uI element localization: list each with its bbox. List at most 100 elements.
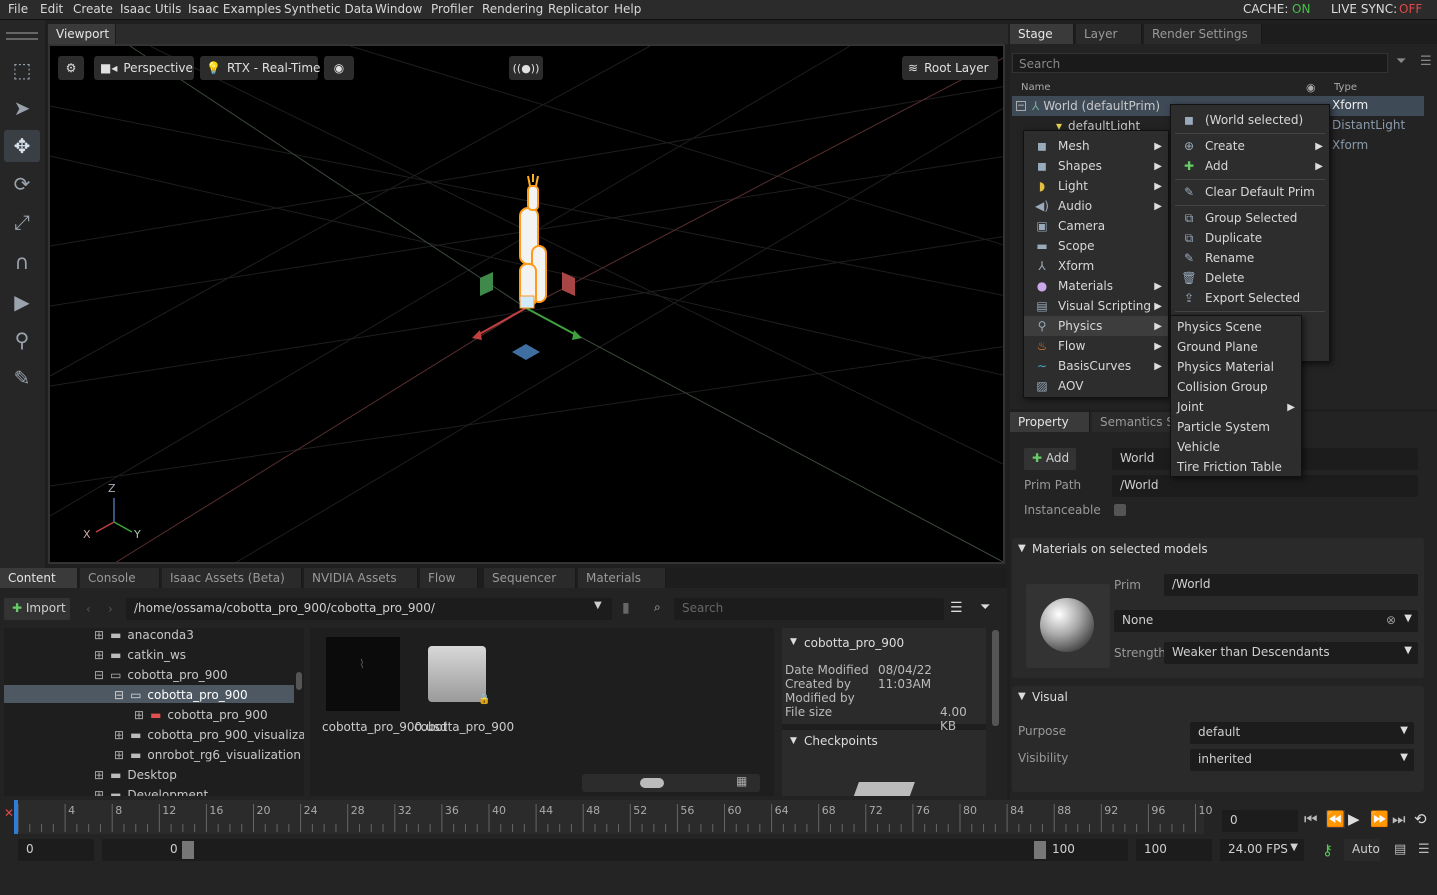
- menu-item-particle-system[interactable]: Particle System: [1171, 417, 1301, 437]
- visibility-button[interactable]: ◉: [324, 56, 354, 80]
- context-rename[interactable]: ✎ Rename: [1171, 248, 1329, 268]
- list-view-icon[interactable]: ☰: [950, 600, 963, 616]
- menu-item-mesh[interactable]: ◼ Mesh ▶: [1024, 136, 1168, 156]
- hamburger-menu-icon[interactable]: ☰: [1420, 54, 1432, 69]
- menu-replicator[interactable]: Replicator: [548, 2, 608, 16]
- skip-to-end-icon[interactable]: ⏩: [1370, 810, 1389, 828]
- live-stream-button[interactable]: ((●)): [509, 56, 543, 80]
- tab-nvidia-assets[interactable]: NVIDIA Assets: [304, 568, 418, 588]
- loop-icon[interactable]: ⟲: [1414, 810, 1427, 828]
- path-dropdown-icon[interactable]: ▼: [594, 600, 602, 611]
- file-name[interactable]: cobotta_pro_900.usd: [322, 720, 447, 734]
- tab-content[interactable]: Content: [0, 568, 78, 588]
- visual-header[interactable]: Visual: [1032, 690, 1068, 704]
- details-scrollbar[interactable]: [992, 630, 999, 726]
- context-group-selected[interactable]: ⧉ Group Selected: [1171, 208, 1329, 228]
- dropdown-arrow-icon[interactable]: ▼: [1404, 645, 1412, 656]
- visibility-select[interactable]: inherited ▼: [1190, 749, 1414, 771]
- live-sync-status[interactable]: OFF: [1399, 2, 1422, 16]
- context-delete[interactable]: 🗑 Delete: [1171, 268, 1329, 288]
- menu-create[interactable]: Create: [73, 2, 113, 16]
- key-auto-icon[interactable]: ⚷: [1322, 841, 1333, 859]
- bookmark-icon[interactable]: ▮: [622, 600, 630, 616]
- menu-item-flow[interactable]: ♨ Flow ▶: [1024, 336, 1168, 356]
- stage-search-input[interactable]: Search: [1012, 53, 1388, 73]
- content-search-input[interactable]: Search: [674, 598, 944, 620]
- play-icon[interactable]: ▶: [1348, 810, 1360, 828]
- tab-layer[interactable]: Layer: [1076, 24, 1142, 44]
- menu-item-physics-scene[interactable]: Physics Scene: [1171, 317, 1301, 337]
- menu-isaac-utils[interactable]: Isaac Utils: [120, 2, 181, 16]
- material-prim-field[interactable]: /World: [1164, 574, 1418, 596]
- menu-item-visual-scripting[interactable]: ▤ Visual Scripting ▶: [1024, 296, 1168, 316]
- import-button[interactable]: ✚ Import: [4, 598, 70, 620]
- viewport-canvas[interactable]: Z X Y ⚙ ■◂ Perspective 💡 RTX - Real-Time ◉…: [48, 44, 1005, 564]
- move-tool-icon[interactable]: ✥: [4, 130, 40, 162]
- slider-handle[interactable]: [640, 778, 664, 788]
- playhead[interactable]: [14, 800, 18, 834]
- prim-path-field[interactable]: /World: [1112, 475, 1418, 497]
- root-layer-button[interactable]: ≋ Root Layer: [902, 56, 998, 80]
- start-frame-field[interactable]: 0: [18, 839, 94, 861]
- material-select[interactable]: None ⊗ ▼: [1114, 610, 1418, 632]
- strength-select[interactable]: Weaker than Descendants ▼: [1164, 642, 1418, 664]
- tree-item-selected[interactable]: ⊟ ▭ cobotta_pro_900: [114, 685, 248, 705]
- menu-item-light[interactable]: ◗ Light ▶: [1024, 176, 1168, 196]
- camera-button[interactable]: ■◂ Perspective: [94, 56, 194, 80]
- path-field[interactable]: /home/ossama/cobotta_pro_900/cobotta_pro…: [126, 598, 612, 620]
- context-clear-default-prim[interactable]: ✎ Clear Default Prim: [1171, 182, 1329, 202]
- context-duplicate[interactable]: ⧉ Duplicate: [1171, 228, 1329, 248]
- dropdown-arrow-icon[interactable]: ▼: [1400, 725, 1408, 736]
- menu-item-tire-friction-table[interactable]: Tire Friction Table: [1171, 457, 1301, 477]
- menu-item-ground-plane[interactable]: Ground Plane: [1171, 337, 1301, 357]
- end-frame-field[interactable]: 100: [1136, 839, 1212, 861]
- forward-arrow-icon[interactable]: ›: [108, 602, 113, 616]
- checkpoints-header[interactable]: Checkpoints: [804, 734, 878, 748]
- tab-render-settings[interactable]: Render Settings: [1144, 24, 1262, 44]
- context-add[interactable]: ✚ Add ▶: [1171, 156, 1329, 176]
- menu-item-xform[interactable]: ⅄ Xform: [1024, 256, 1168, 276]
- instanceable-checkbox[interactable]: [1114, 504, 1126, 516]
- stage-row-world[interactable]: − ⅄ World (defaultPrim): [1016, 96, 1160, 116]
- back-arrow-icon[interactable]: ‹: [86, 602, 91, 616]
- purpose-select[interactable]: default ▼: [1190, 722, 1414, 744]
- menu-item-materials[interactable]: ● Materials ▶: [1024, 276, 1168, 296]
- tree-item[interactable]: ⊞ ▬ cobotta_pro_900: [134, 705, 268, 725]
- tab-console[interactable]: Console: [80, 568, 160, 588]
- range-start-handle[interactable]: [182, 841, 194, 859]
- menu-item-shapes[interactable]: ◼ Shapes ▶: [1024, 156, 1168, 176]
- chevron-down-icon[interactable]: ▼: [1018, 691, 1026, 702]
- step-back-icon[interactable]: ⏮: [1304, 810, 1318, 828]
- menu-item-vehicle[interactable]: Vehicle: [1171, 437, 1301, 457]
- context-export-selected[interactable]: ⇪ Export Selected: [1171, 288, 1329, 308]
- thumbnail-size-slider[interactable]: ▦: [582, 774, 760, 792]
- fps-select[interactable]: 24.00 FPS ▼: [1220, 839, 1304, 861]
- menu-item-camera[interactable]: ▣ Camera: [1024, 216, 1168, 236]
- snap-magnet-icon[interactable]: ∩: [4, 246, 40, 278]
- play-icon[interactable]: ▶: [4, 286, 40, 318]
- viewport-settings-button[interactable]: ⚙: [58, 56, 84, 80]
- menu-item-audio[interactable]: ◀) Audio ▶: [1024, 196, 1168, 216]
- chevron-down-icon[interactable]: ▼: [790, 637, 797, 647]
- dropdown-arrow-icon[interactable]: ▼: [1290, 842, 1298, 853]
- range-end-handle[interactable]: [1034, 841, 1046, 859]
- menu-help[interactable]: Help: [614, 2, 641, 16]
- paint-brush-icon[interactable]: ✎: [4, 362, 40, 394]
- tree-scrollbar[interactable]: [296, 672, 302, 690]
- menu-item-scope[interactable]: ▬ Scope: [1024, 236, 1168, 256]
- context-create[interactable]: ⊕ Create ▶: [1171, 136, 1329, 156]
- rotate-tool-icon[interactable]: ⟳: [4, 168, 40, 200]
- tree-item[interactable]: ⊞ ▬ catkin_ws: [94, 645, 186, 665]
- tree-item[interactable]: ⊞ ▬ Desktop: [94, 765, 177, 785]
- menu-edit[interactable]: Edit: [40, 2, 63, 16]
- tab-stage[interactable]: Stage: [1010, 24, 1074, 44]
- range-slider[interactable]: 0 100: [102, 839, 1128, 861]
- menu-item-physics[interactable]: ⚲ Physics ▶: [1024, 316, 1168, 336]
- chevron-down-icon[interactable]: ▼: [790, 736, 797, 746]
- current-frame-field[interactable]: 0: [1222, 810, 1298, 832]
- tree-item[interactable]: ⊞ ▬ cobotta_pro_900_visualiza: [114, 725, 304, 745]
- tree-item[interactable]: ⊞ ▬ anaconda3: [94, 628, 194, 645]
- menu-item-collision-group[interactable]: Collision Group: [1171, 377, 1301, 397]
- close-icon[interactable]: ✕: [4, 806, 14, 820]
- menu-isaac-examples[interactable]: Isaac Examples: [188, 2, 281, 16]
